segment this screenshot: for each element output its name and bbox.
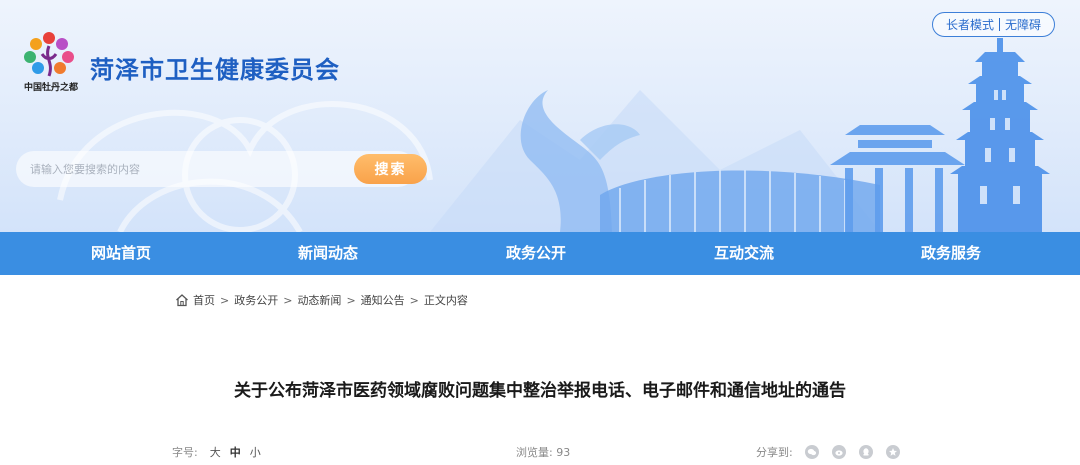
header-banner: 中国牡丹之都 菏泽市卫生健康委员会 长者模式 无障碍 搜索 [0,0,1080,232]
breadcrumb-home[interactable]: 首页 [193,292,215,308]
accessibility-toggle-group: 长者模式 无障碍 [932,12,1055,37]
wechat-icon[interactable] [804,445,819,459]
breadcrumb-separator: > [346,293,356,307]
search-input[interactable] [16,151,332,187]
font-size-small-button[interactable]: 小 [250,444,261,460]
breadcrumb: 首页 > 政务公开 > 动态新闻 > 通知公告 > 正文内容 [175,291,468,309]
font-size-label: 字号: [172,446,198,459]
nav-item-interaction[interactable]: 互动交流 [714,232,774,275]
logo-caption: 中国牡丹之都 [23,83,78,93]
breadcrumb-separator: > [409,293,419,307]
main-nav: 网站首页 新闻动态 政务公开 互动交流 政务服务 [0,232,1080,275]
breadcrumb-gov-affairs[interactable]: 政务公开 [234,292,278,308]
elder-mode-button[interactable]: 长者模式 [946,16,994,33]
divider [999,18,1000,31]
nav-item-gov-affairs[interactable]: 政务公开 [506,232,566,275]
breadcrumb-separator: > [283,293,293,307]
breadcrumb-separator: > [220,293,230,307]
qzone-icon[interactable] [885,445,900,459]
weibo-icon[interactable] [831,445,846,459]
accessibility-button[interactable]: 无障碍 [1005,16,1041,33]
search-button[interactable]: 搜索 [354,154,427,184]
article-meta: 字号: 大 中 小 浏览量: 93 分享到: [0,444,1080,462]
share-label: 分享到: [756,446,793,459]
nav-item-home[interactable]: 网站首页 [91,232,151,275]
article-title: 关于公布菏泽市医药领域腐败问题集中整治举报电话、电子邮件和通信地址的通告 [234,381,846,401]
font-size-large-button[interactable]: 大 [210,444,221,460]
peony-capital-logo [24,32,74,77]
font-size-medium-button[interactable]: 中 [230,444,241,460]
breadcrumb-current: 正文内容 [423,294,468,307]
view-count: 浏览量: 93 [516,444,570,460]
site-title: 菏泽市卫生健康委员会 [90,56,340,84]
share-bar: 分享到: [756,444,900,460]
views-label: 浏览量: [516,446,553,459]
nav-item-news[interactable]: 新闻动态 [298,232,358,275]
search-bar: 搜索 [16,151,427,187]
views-value: 93 [556,446,571,459]
breadcrumb-notices[interactable]: 通知公告 [361,292,405,308]
nav-item-services[interactable]: 政务服务 [921,232,981,275]
font-size-controls: 字号: 大 中 小 [172,444,261,460]
city-skyline-illustration [57,38,1050,232]
breadcrumb-news[interactable]: 动态新闻 [297,292,341,308]
qq-icon[interactable] [858,445,873,459]
home-icon [176,294,188,307]
